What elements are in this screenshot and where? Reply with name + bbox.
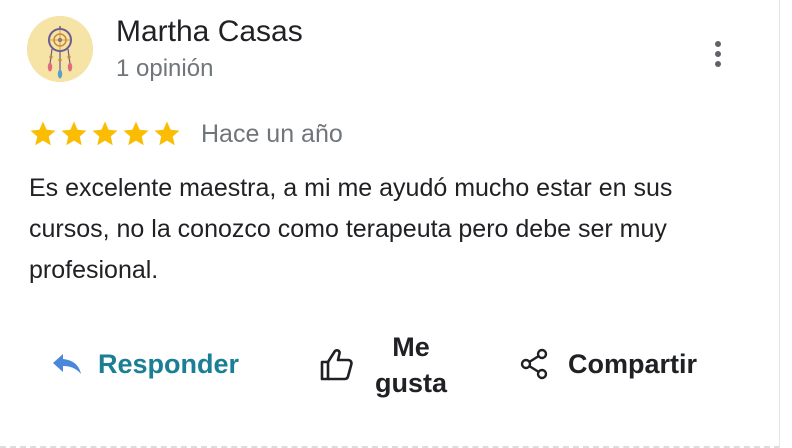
dreamcatcher-icon xyxy=(27,16,93,82)
like-label-line1: Me xyxy=(392,332,430,362)
author-name[interactable]: Martha Casas xyxy=(116,15,303,49)
more-vert-icon xyxy=(715,41,721,67)
share-icon xyxy=(520,348,548,380)
review-text: Es excelente maestra, a mi me ayudó much… xyxy=(29,174,673,284)
star-icon xyxy=(154,121,180,146)
share-button[interactable]: Compartir xyxy=(518,342,697,386)
reply-arrow-icon xyxy=(53,354,81,374)
reply-label: Responder xyxy=(98,348,240,379)
more-options-button[interactable] xyxy=(700,34,736,74)
scrollbar-track[interactable] xyxy=(779,0,792,448)
star-icon xyxy=(123,121,149,146)
reply-button[interactable]: Responder xyxy=(52,342,239,386)
star-icon xyxy=(30,121,56,146)
like-button[interactable]: Me gusta xyxy=(318,326,450,404)
thumb-up-icon xyxy=(320,349,353,381)
star-rating xyxy=(28,119,182,149)
review-card: Martha Casas 1 opinión Hace un año Es ex… xyxy=(0,0,780,448)
share-label: Compartir xyxy=(568,348,698,379)
review-date: Hace un año xyxy=(201,120,343,148)
avatar[interactable] xyxy=(27,16,93,82)
star-icon xyxy=(61,121,87,146)
like-label-line2: gusta xyxy=(374,368,447,398)
star-icon xyxy=(92,121,118,146)
author-review-count: 1 opinión xyxy=(116,55,214,82)
like-label: Me gusta xyxy=(372,329,450,401)
